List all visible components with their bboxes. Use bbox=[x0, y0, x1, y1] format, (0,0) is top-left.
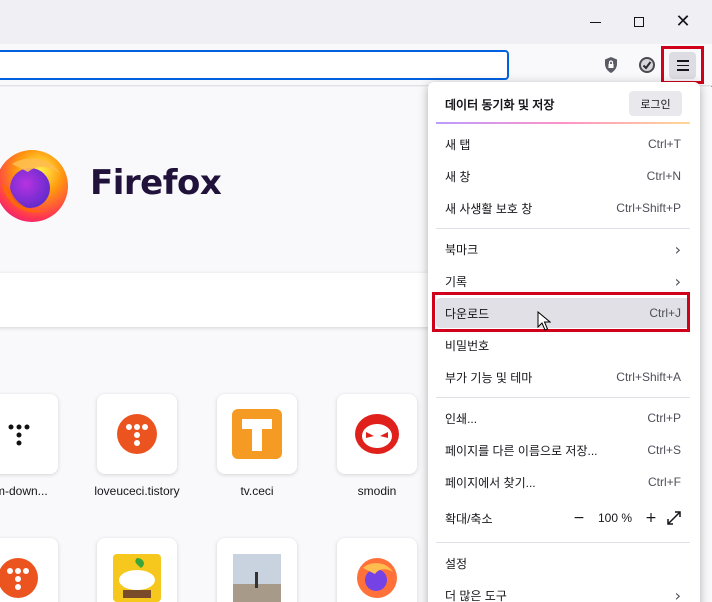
menu-item-find[interactable]: 페이지에서 찾기... Ctrl+F bbox=[436, 467, 690, 497]
nav-toolbar bbox=[0, 44, 712, 86]
menu-separator bbox=[436, 397, 690, 398]
menu-item-new-window[interactable]: 새 창 Ctrl+N bbox=[436, 161, 690, 191]
close-button[interactable]: ✕ bbox=[660, 0, 706, 44]
top-site-tile[interactable] bbox=[97, 538, 177, 602]
menu-item-label: 페이지를 다른 이름으로 저장... bbox=[445, 443, 598, 458]
top-site-label[interactable]: smodin bbox=[317, 484, 437, 498]
top-site-tile[interactable] bbox=[0, 538, 58, 602]
fullscreen-icon[interactable] bbox=[667, 511, 681, 525]
maximize-icon bbox=[634, 17, 644, 27]
sync-title: 데이터 동기화 및 저장 bbox=[445, 98, 555, 112]
madams-icon bbox=[113, 554, 161, 602]
chevron-right-icon: › bbox=[674, 239, 681, 259]
menu-item-more-tools[interactable]: 더 많은 도구 › bbox=[436, 580, 690, 602]
menu-item-shortcut: Ctrl+P bbox=[647, 411, 681, 425]
top-site-tile[interactable] bbox=[337, 538, 417, 602]
top-site-tile[interactable] bbox=[97, 394, 177, 474]
title-bar: ✕ bbox=[0, 0, 712, 44]
top-site-label[interactable]: loveuceci.tistory bbox=[77, 484, 197, 498]
minimize-icon bbox=[589, 21, 601, 23]
menu-item-label: 북마크 bbox=[445, 242, 479, 257]
url-bar[interactable] bbox=[0, 50, 509, 80]
menu-separator bbox=[436, 542, 690, 543]
shield-icon bbox=[605, 57, 617, 73]
menu-item-private-window[interactable]: 새 사생활 보호 창 Ctrl+Shift+P bbox=[436, 193, 690, 223]
tv-ceci-icon bbox=[232, 409, 282, 459]
menu-item-shortcut: Ctrl+N bbox=[646, 169, 681, 183]
top-site-tile[interactable] bbox=[217, 394, 297, 474]
menu-item-shortcut: Ctrl+T bbox=[648, 137, 681, 151]
menu-item-print[interactable]: 인쇄... Ctrl+P bbox=[436, 403, 690, 433]
top-site-label[interactable]: tv.ceci bbox=[197, 484, 317, 498]
menu-item-label: 더 많은 도구 bbox=[445, 588, 507, 602]
extension-button[interactable] bbox=[634, 52, 660, 78]
menu-item-shortcut: Ctrl+Shift+A bbox=[616, 370, 681, 384]
app-menu-panel: 데이터 동기화 및 저장 로그인 새 탭 Ctrl+T 새 창 Ctrl+N 새… bbox=[428, 82, 700, 602]
menu-item-label: 확대/축소 bbox=[445, 511, 493, 526]
zoom-out-button[interactable]: − bbox=[571, 510, 587, 526]
newtab-search-box[interactable] bbox=[0, 273, 434, 327]
top-site-tile[interactable] bbox=[0, 394, 58, 474]
menu-item-label: 새 창 bbox=[445, 169, 471, 184]
menu-item-passwords[interactable]: 비밀번호 bbox=[436, 330, 690, 360]
downloads-highlight-box bbox=[432, 292, 690, 332]
sync-header: 데이터 동기화 및 저장 로그인 bbox=[428, 82, 700, 124]
menu-item-label: 인쇄... bbox=[445, 411, 478, 426]
zoom-controls: − 100 % + bbox=[571, 510, 681, 526]
zoom-level[interactable]: 100 % bbox=[595, 511, 635, 525]
menu-item-label: 기록 bbox=[445, 274, 468, 289]
zoom-in-button[interactable]: + bbox=[643, 510, 659, 526]
menu-item-shortcut: Ctrl+F bbox=[648, 475, 681, 489]
menu-item-label: 설정 bbox=[445, 556, 468, 571]
maximize-button[interactable] bbox=[616, 0, 662, 44]
minimize-button[interactable] bbox=[572, 0, 618, 44]
close-icon: ✕ bbox=[675, 11, 691, 32]
menu-item-label: 페이지에서 찾기... bbox=[445, 475, 536, 490]
tistory-icon bbox=[0, 558, 38, 598]
menu-item-addons[interactable]: 부가 기능 및 테마 Ctrl+Shift+A bbox=[436, 362, 690, 392]
menu-item-zoom: 확대/축소 − 100 % + bbox=[436, 503, 690, 533]
hamburger-menu-icon[interactable] bbox=[669, 52, 696, 79]
shield-button[interactable] bbox=[598, 52, 624, 78]
firefox-logo-icon bbox=[0, 150, 68, 222]
menu-item-settings[interactable]: 설정 bbox=[436, 548, 690, 578]
menu-item-shortcut: Ctrl+S bbox=[647, 443, 681, 457]
menu-highlight-box bbox=[661, 46, 704, 84]
check-icon bbox=[639, 57, 655, 73]
menu-item-shortcut: Ctrl+Shift+P bbox=[616, 201, 681, 215]
sync-divider bbox=[436, 122, 690, 124]
firefox-icon bbox=[357, 558, 397, 598]
menu-item-label: 새 탭 bbox=[445, 137, 471, 152]
firefox-wordmark: Firefox bbox=[90, 163, 222, 203]
beach-photo-icon bbox=[233, 554, 281, 602]
top-site-tile[interactable] bbox=[217, 538, 297, 602]
tistory-icon bbox=[117, 414, 157, 454]
menu-item-label: 비밀번호 bbox=[445, 338, 490, 353]
smodin-icon bbox=[355, 414, 399, 454]
menu-item-new-tab[interactable]: 새 탭 Ctrl+T bbox=[436, 129, 690, 159]
chevron-right-icon: › bbox=[674, 271, 681, 291]
menu-item-label: 새 사생활 보호 창 bbox=[445, 201, 533, 216]
login-button[interactable]: 로그인 bbox=[629, 91, 682, 116]
dots-icon bbox=[8, 424, 30, 446]
menu-item-label: 부가 기능 및 테마 bbox=[445, 370, 533, 385]
menu-separator bbox=[436, 228, 690, 229]
top-site-tile[interactable] bbox=[337, 394, 417, 474]
chevron-right-icon: › bbox=[674, 585, 681, 602]
top-site-label[interactable]: om-down... bbox=[0, 484, 78, 498]
menu-item-save-page[interactable]: 페이지를 다른 이름으로 저장... Ctrl+S bbox=[436, 435, 690, 465]
mouse-cursor-icon bbox=[537, 311, 551, 331]
menu-item-bookmarks[interactable]: 북마크 › bbox=[436, 234, 690, 264]
